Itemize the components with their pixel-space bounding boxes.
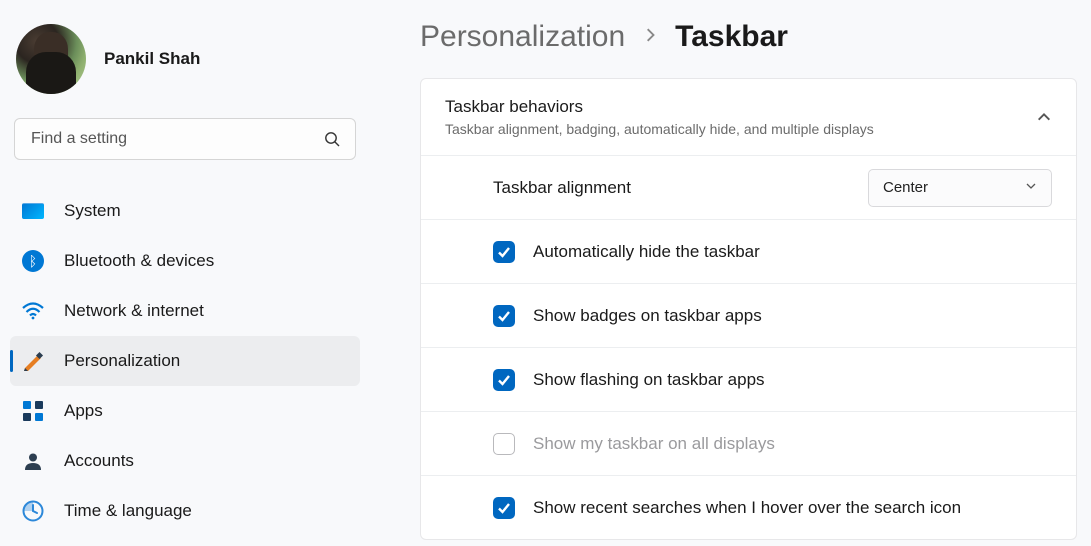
time-icon <box>22 500 44 522</box>
sidebar-item-bluetooth[interactable]: ᛒ Bluetooth & devices <box>10 236 360 286</box>
profile-name: Pankil Shah <box>104 49 200 69</box>
chevron-right-icon <box>643 28 657 47</box>
breadcrumb-current: Taskbar <box>675 20 788 54</box>
sidebar-item-label: Accounts <box>64 451 134 471</box>
option-label: Show flashing on taskbar apps <box>533 370 765 390</box>
profile[interactable]: Pankil Shah <box>10 12 360 118</box>
checkbox[interactable] <box>493 497 515 519</box>
accounts-icon <box>22 450 44 472</box>
alignment-value: Center <box>883 179 928 196</box>
panel-title: Taskbar behaviors <box>445 97 1036 117</box>
sidebar-item-label: Bluetooth & devices <box>64 251 214 271</box>
option-all-displays: Show my taskbar on all displays <box>421 411 1076 475</box>
checkbox[interactable] <box>493 369 515 391</box>
breadcrumb-parent[interactable]: Personalization <box>420 20 625 54</box>
option-recent-searches[interactable]: Show recent searches when I hover over t… <box>421 475 1076 539</box>
checkbox[interactable] <box>493 305 515 327</box>
avatar <box>16 24 86 94</box>
sidebar-item-label: Apps <box>64 401 103 421</box>
wifi-icon <box>22 300 44 322</box>
system-icon <box>22 200 44 222</box>
sidebar-item-time[interactable]: Time & language <box>10 486 360 536</box>
sidebar-item-personalization[interactable]: Personalization <box>10 336 360 386</box>
sidebar-item-label: Network & internet <box>64 301 204 321</box>
main: Personalization Taskbar Taskbar behavior… <box>370 0 1091 546</box>
sidebar-item-system[interactable]: System <box>10 186 360 236</box>
search-icon <box>324 131 340 147</box>
apps-icon <box>22 400 44 422</box>
personalization-icon <box>22 350 44 372</box>
bluetooth-icon: ᛒ <box>22 250 44 272</box>
checkbox[interactable] <box>493 241 515 263</box>
alignment-label: Taskbar alignment <box>493 178 868 198</box>
search-wrap <box>14 118 356 160</box>
option-show-flashing[interactable]: Show flashing on taskbar apps <box>421 347 1076 411</box>
chevron-down-icon <box>1025 179 1037 196</box>
checkbox <box>493 433 515 455</box>
panel-subtitle: Taskbar alignment, badging, automaticall… <box>445 121 1036 137</box>
sidebar-item-label: Personalization <box>64 351 180 371</box>
option-label: Show recent searches when I hover over t… <box>533 498 961 518</box>
option-label: Automatically hide the taskbar <box>533 242 760 262</box>
breadcrumb: Personalization Taskbar <box>420 20 1077 54</box>
panel-header[interactable]: Taskbar behaviors Taskbar alignment, bad… <box>421 79 1076 155</box>
search-input[interactable] <box>14 118 356 160</box>
sidebar-item-network[interactable]: Network & internet <box>10 286 360 336</box>
sidebar: Pankil Shah System ᛒ Bluetooth & devices… <box>0 0 370 546</box>
option-auto-hide[interactable]: Automatically hide the taskbar <box>421 219 1076 283</box>
option-label: Show my taskbar on all displays <box>533 434 775 454</box>
option-label: Show badges on taskbar apps <box>533 306 762 326</box>
nav: System ᛒ Bluetooth & devices Network & i… <box>10 186 360 536</box>
option-show-badges[interactable]: Show badges on taskbar apps <box>421 283 1076 347</box>
sidebar-item-apps[interactable]: Apps <box>10 386 360 436</box>
chevron-up-icon <box>1036 109 1052 125</box>
sidebar-item-label: System <box>64 201 121 221</box>
taskbar-alignment-row: Taskbar alignment Center <box>421 155 1076 219</box>
sidebar-item-accounts[interactable]: Accounts <box>10 436 360 486</box>
sidebar-item-label: Time & language <box>64 501 192 521</box>
taskbar-behaviors-panel: Taskbar behaviors Taskbar alignment, bad… <box>420 78 1077 540</box>
alignment-select[interactable]: Center <box>868 169 1052 207</box>
